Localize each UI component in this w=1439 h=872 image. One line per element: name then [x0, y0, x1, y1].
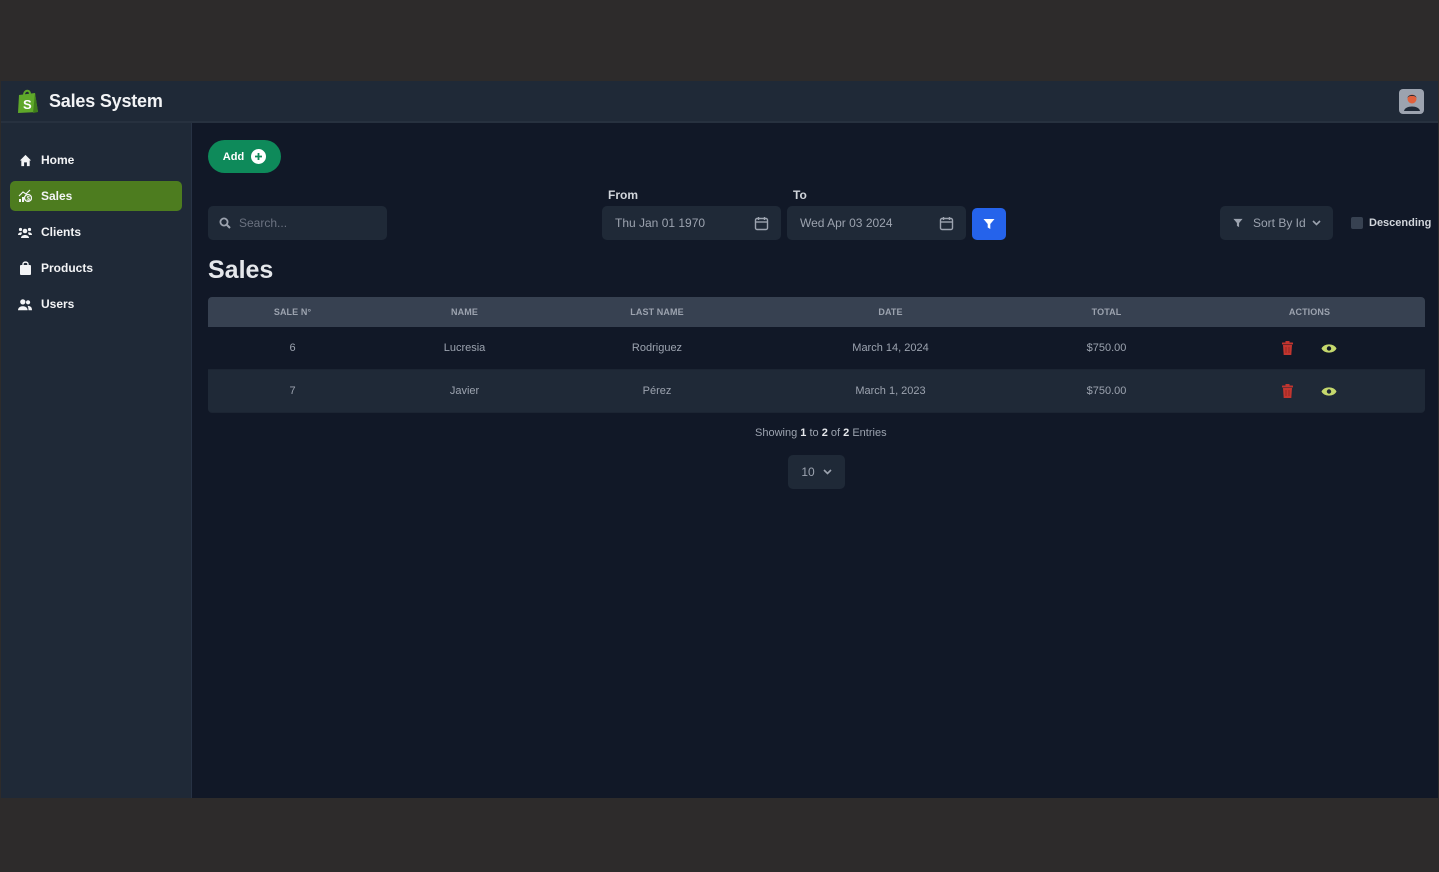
eye-icon [1321, 343, 1337, 353]
view-button[interactable] [1321, 343, 1337, 354]
main-content: Add From Thu Jan 01 1970 To Wed Apr 03 2… [193, 123, 1438, 798]
cell-actions [1194, 341, 1425, 355]
cell-last-name: Rodriguez [631, 342, 683, 354]
to-date-value: Wed Apr 03 2024 [800, 216, 893, 230]
column-header-name[interactable]: NAME [377, 307, 552, 317]
sidebar-item-label: Sales [41, 189, 73, 203]
to-label: To [793, 188, 807, 202]
sidebar-item-sales[interactable]: $ Sales [10, 181, 182, 211]
sidebar-item-users[interactable]: Users [10, 289, 182, 319]
sidebar-item-home[interactable]: Home [10, 145, 182, 175]
cell-sale-no: 7 [289, 385, 296, 397]
showing-to: 2 [821, 427, 828, 439]
cell-sale-no: 6 [289, 342, 296, 354]
sidebar-item-clients[interactable]: Clients [10, 217, 182, 247]
cell-total: $750.00 [1086, 342, 1127, 354]
cell-date: March 1, 2023 [855, 385, 926, 397]
chevron-down-icon [1312, 220, 1321, 226]
from-date-value: Thu Jan 01 1970 [615, 216, 706, 230]
sidebar-item-label: Users [41, 297, 75, 311]
sales-table: SALE N° NAME LAST NAME DATE TOTAL ACTION… [208, 297, 1425, 413]
table-row: 6 Lucresia Rodriguez March 14, 2024 $750… [208, 327, 1425, 370]
cell-name: Lucresia [443, 342, 486, 354]
clients-icon [18, 225, 32, 239]
table-header: SALE N° NAME LAST NAME DATE TOTAL ACTION… [208, 297, 1425, 327]
sidebar-item-products[interactable]: Products [10, 253, 182, 283]
calendar-icon [939, 216, 954, 230]
eye-icon [1321, 386, 1337, 396]
descending-label: Descending [1369, 217, 1432, 229]
search-input[interactable] [239, 216, 379, 230]
user-avatar[interactable] [1399, 89, 1424, 114]
showing-of-word: of [830, 427, 841, 439]
column-header-date[interactable]: DATE [762, 307, 1019, 317]
shopping-bag-icon [18, 261, 32, 275]
filter-icon [1233, 218, 1243, 228]
shopping-bag-logo-icon: S [18, 89, 38, 113]
trash-icon [1282, 341, 1293, 355]
sidebar-item-label: Clients [41, 225, 82, 239]
add-button-label: Add [222, 150, 245, 163]
search-box[interactable] [208, 206, 387, 240]
brand[interactable]: S Sales System [16, 88, 163, 114]
users-icon [18, 297, 32, 311]
sidebar-item-label: Home [41, 153, 75, 167]
delete-button[interactable] [1282, 341, 1293, 355]
sidebar-item-label: Products [41, 261, 94, 275]
top-bar: S Sales System [1, 81, 1438, 123]
showing-prefix: Showing [755, 427, 798, 439]
sales-chart-icon: $ [18, 189, 32, 203]
filter-icon [983, 219, 995, 229]
showing-suffix: Entries [852, 427, 887, 439]
descending-toggle[interactable]: Descending [1351, 217, 1431, 229]
from-label: From [608, 188, 638, 202]
app-window: S Sales System Home $ Sales Clients Prod… [1, 81, 1438, 798]
sort-select[interactable]: Sort By Id [1220, 206, 1333, 240]
apply-filter-button[interactable] [972, 208, 1006, 240]
plus-circle-icon [251, 149, 267, 164]
page-size-value: 10 [801, 465, 815, 479]
view-button[interactable] [1321, 386, 1337, 397]
trash-icon [1282, 384, 1293, 398]
svg-text:S: S [23, 97, 32, 112]
column-header-actions: ACTIONS [1288, 307, 1331, 317]
column-header-total[interactable]: TOTAL [1019, 307, 1194, 317]
to-date-field[interactable]: Wed Apr 03 2024 [787, 206, 966, 240]
delete-button[interactable] [1282, 384, 1293, 398]
cell-date: March 14, 2024 [852, 342, 929, 354]
pagination-summary: Showing 1 to 2 of 2 Entries [755, 427, 887, 439]
cell-total: $750.00 [1086, 385, 1127, 397]
showing-to-word: to [809, 427, 819, 439]
cell-last-name: Pérez [642, 385, 672, 397]
cell-actions [1194, 384, 1425, 398]
search-icon [219, 217, 231, 229]
column-header-sale-no[interactable]: SALE N° [208, 307, 377, 317]
calendar-icon [754, 216, 769, 230]
showing-from: 1 [800, 427, 807, 439]
descending-checkbox[interactable] [1351, 217, 1363, 229]
app-title: Sales System [49, 90, 163, 111]
table-row: 7 Javier Pérez March 1, 2023 $750.00 [208, 370, 1425, 413]
page-title: Sales [208, 256, 274, 284]
home-icon [18, 153, 32, 167]
showing-total: 2 [843, 427, 850, 439]
from-date-field[interactable]: Thu Jan 01 1970 [602, 206, 781, 240]
page-size-select[interactable]: 10 [788, 455, 845, 489]
column-header-last-name[interactable]: LAST NAME [552, 307, 762, 317]
chevron-down-icon [823, 469, 832, 475]
sort-select-value: Sort By Id [1253, 216, 1306, 230]
add-button[interactable]: Add [208, 140, 281, 173]
cell-name: Javier [449, 385, 480, 397]
avatar-icon [1403, 94, 1420, 111]
sidebar: Home $ Sales Clients Products Users [1, 123, 192, 798]
